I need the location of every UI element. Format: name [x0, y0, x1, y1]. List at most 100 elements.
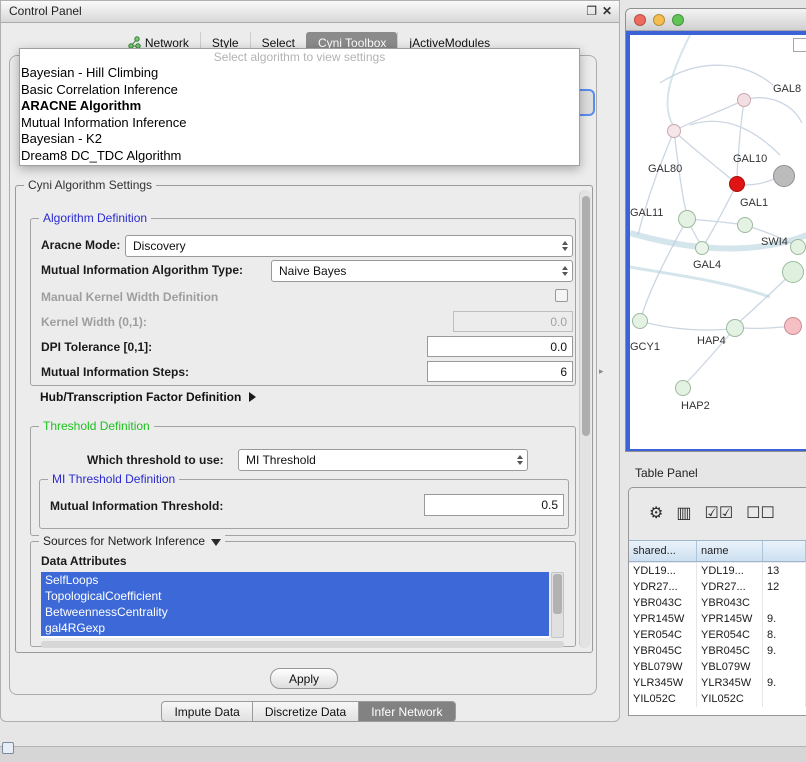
columns-icon[interactable]: ▥	[676, 506, 691, 522]
cell-shared-name: YDL19...	[629, 563, 697, 579]
network-node[interactable]	[695, 241, 709, 255]
table-row[interactable]: YIL052C YIL052C	[629, 691, 806, 707]
network-window-titlebar	[626, 9, 806, 31]
attribute-list-item[interactable]: BetweennessCentrality	[41, 604, 549, 620]
network-node-label: GCY1	[630, 341, 660, 353]
algorithm-list-item[interactable]: Dream8 DC_TDC Algorithm	[20, 148, 579, 165]
mi-threshold-definition-group: MI Threshold Definition Mutual Informati…	[39, 479, 569, 529]
combo-arrows-icon	[555, 266, 568, 276]
dpi-tolerance-value: 0.0	[550, 340, 567, 354]
tab-discretize-data[interactable]: Discretize Data	[252, 701, 359, 722]
network-node[interactable]	[773, 165, 795, 187]
attribute-list-horizontal-scrollbar[interactable]	[41, 641, 564, 648]
panel-divider-arrow-icon[interactable]: ▸	[599, 366, 604, 377]
attribute-list-item[interactable]: TopologicalCoefficient	[41, 588, 549, 604]
mi-steps-field[interactable]: 6	[427, 361, 573, 382]
tab-infer-network[interactable]: Infer Network	[358, 701, 455, 722]
network-view-window: GAL8GAL80GAL10GAL11GAL1SWI4GAL4GCY1HAP4H…	[625, 8, 806, 452]
cell-extra: 9.	[763, 643, 806, 659]
cell-shared-name: YDR27...	[629, 579, 697, 595]
cell-extra: 8.	[763, 627, 806, 643]
hub-transcription-factor-section[interactable]: Hub/Transcription Factor Definition	[40, 390, 256, 404]
network-node[interactable]	[729, 176, 745, 192]
algorithm-definition-group: Algorithm Definition Aracne Mode: Discov…	[30, 218, 576, 386]
column-header-name[interactable]: name	[697, 541, 763, 561]
close-icon[interactable]: ✕	[602, 1, 612, 22]
settings-group-title: Cyni Algorithm Settings	[24, 178, 156, 192]
network-node[interactable]	[632, 313, 648, 329]
table-body: YDL19... YDL19... 13 YDR27... YDR27... 1…	[629, 563, 806, 715]
network-node[interactable]	[782, 261, 804, 283]
which-threshold-select[interactable]: MI Threshold	[238, 449, 528, 471]
sources-group-title-row[interactable]: Sources for Network Inference	[39, 534, 225, 548]
network-canvas[interactable]: GAL8GAL80GAL10GAL11GAL1SWI4GAL4GCY1HAP4H…	[630, 35, 806, 449]
scrollbar-thumb[interactable]	[553, 574, 562, 614]
table-row[interactable]: YLR345W YLR345W 9.	[629, 675, 806, 691]
kernel-width-value: 0.0	[550, 315, 567, 329]
attribute-list-item[interactable]: gal4RGexp	[41, 620, 549, 636]
network-node-label: GAL1	[740, 197, 768, 209]
traffic-light-icon[interactable]	[634, 14, 646, 26]
mi-threshold-field[interactable]: 0.5	[424, 494, 564, 516]
network-node[interactable]	[784, 317, 802, 335]
network-scroll-corner[interactable]	[793, 38, 806, 52]
table-row[interactable]: YDR27... YDR27... 12	[629, 579, 806, 595]
collapse-arrow-icon[interactable]	[211, 539, 221, 546]
table-row[interactable]: YBR045C YBR045C 9.	[629, 643, 806, 659]
cell-extra: 13	[763, 563, 806, 579]
kernel-width-field[interactable]: 0.0	[453, 311, 573, 332]
cell-shared-name: YPR145W	[629, 611, 697, 627]
table-row[interactable]: YBR043C YBR043C	[629, 595, 806, 611]
table-row[interactable]: YDL19... YDL19... 13	[629, 563, 806, 579]
tab-impute-data[interactable]: Impute Data	[161, 701, 252, 722]
algorithm-list: Bayesian - Hill Climbing Basic Correlati…	[20, 65, 579, 164]
column-header-shared-name[interactable]: shared...	[629, 541, 697, 561]
algorithm-list-item[interactable]: Basic Correlation Inference	[20, 82, 579, 99]
apply-button[interactable]: Apply	[270, 668, 338, 689]
algorithm-list-item[interactable]: Mutual Information Inference	[20, 115, 579, 132]
network-node[interactable]	[667, 124, 681, 138]
network-node-label: HAP4	[697, 335, 726, 347]
float-window-icon[interactable]: ❐	[586, 1, 597, 22]
manual-kernel-checkbox[interactable]	[555, 289, 568, 302]
network-node-label: GAL8	[773, 83, 801, 95]
network-node[interactable]	[790, 239, 806, 255]
mi-steps-value: 6	[560, 365, 567, 379]
algorithm-list-item[interactable]: Bayesian - Hill Climbing	[20, 65, 579, 82]
network-node[interactable]	[737, 93, 751, 107]
network-canvas-frame: GAL8GAL80GAL10GAL11GAL1SWI4GAL4GCY1HAP4H…	[626, 31, 806, 452]
column-header-extra[interactable]	[763, 541, 806, 561]
cell-shared-name: YBR045C	[629, 643, 697, 659]
dpi-tolerance-field[interactable]: 0.0	[427, 336, 573, 357]
network-node[interactable]	[675, 380, 691, 396]
table-row[interactable]: YPR145W YPR145W 9.	[629, 611, 806, 627]
settings-scrollbar[interactable]	[579, 190, 591, 648]
attribute-list-item[interactable]: SelfLoops	[41, 572, 549, 588]
network-node[interactable]	[678, 210, 696, 228]
mi-threshold-value: 0.5	[541, 498, 558, 512]
gear-icon[interactable]: ⚙	[649, 506, 663, 522]
which-threshold-label: Which threshold to use:	[87, 453, 224, 467]
traffic-light-icon[interactable]	[672, 14, 684, 26]
algorithm-list-item[interactable]: ARACNE Algorithm	[20, 98, 579, 115]
table-row[interactable]: YBL079W YBL079W	[629, 659, 806, 675]
network-node[interactable]	[737, 217, 753, 233]
traffic-lights[interactable]	[634, 14, 684, 26]
aracne-mode-select[interactable]: Discovery	[125, 235, 573, 257]
deselect-all-icon[interactable]: ☐☐	[746, 506, 775, 522]
bottom-status-strip	[0, 746, 806, 762]
algorithm-list-item[interactable]: Bayesian - K2	[20, 131, 579, 148]
mi-type-select[interactable]: Naive Bayes	[271, 260, 573, 282]
taskbar-corner-icon[interactable]	[2, 742, 14, 754]
data-attributes-list: SelfLoops TopologicalCoefficient Between…	[41, 572, 549, 638]
traffic-light-icon[interactable]	[653, 14, 665, 26]
expand-arrow-icon[interactable]	[249, 392, 256, 402]
scrollbar-thumb[interactable]	[582, 196, 590, 436]
cell-name: YBR045C	[697, 643, 763, 659]
table-row[interactable]: YER054C YER054C 8.	[629, 627, 806, 643]
select-all-icon[interactable]: ☑☑	[704, 506, 733, 522]
network-node[interactable]	[726, 319, 744, 337]
attribute-list-vertical-scrollbar[interactable]	[551, 572, 564, 638]
cell-shared-name: YBL079W	[629, 659, 697, 675]
cell-extra: 9.	[763, 675, 806, 691]
